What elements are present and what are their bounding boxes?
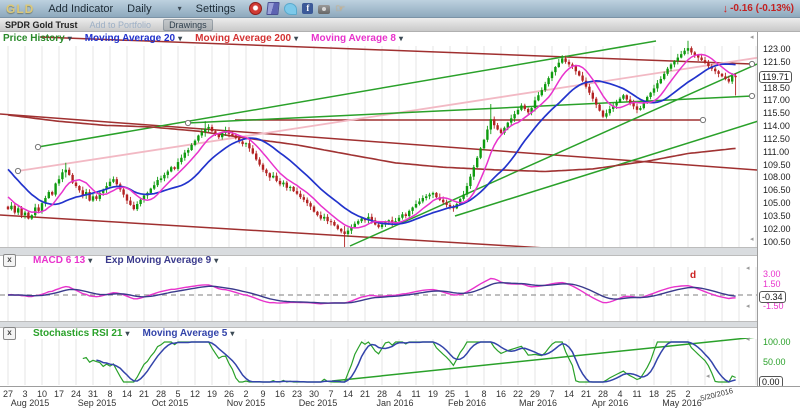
- axis-scroll-icon[interactable]: ◂: [746, 303, 750, 310]
- price-history-dropdown[interactable]: Price History▾: [3, 33, 72, 44]
- close-macd-panel-button[interactable]: x: [3, 254, 16, 267]
- macd-ema-dropdown[interactable]: Exp Moving Average 9▾: [105, 255, 218, 266]
- x-axis-month-label: Dec 2015: [290, 398, 346, 408]
- x-axis-month-label: Apr 2016: [582, 398, 638, 408]
- stoch-panel-legend: x Stochastics RSI 21▾ Moving Average 5▾: [3, 327, 234, 340]
- camera-icon[interactable]: [318, 5, 330, 14]
- chevron-down-icon: ▾: [399, 34, 403, 43]
- y-axis-label: 109.50: [763, 160, 791, 170]
- hand-pointer-icon[interactable]: ☞: [335, 3, 347, 15]
- chevron-down-icon: ▾: [88, 256, 92, 265]
- chevron-down-icon: ▾: [125, 329, 129, 338]
- price-axis[interactable]: 123.00 121.50 118.50 117.00 115.50 114.00 112.…: [757, 32, 800, 386]
- y-axis-label: 117.00: [763, 95, 790, 105]
- time-axis[interactable]: 5/20/2016 273101724318142128512192629162…: [0, 386, 800, 409]
- settings-button[interactable]: Settings: [196, 3, 236, 15]
- axis-scroll-icon[interactable]: ◂: [746, 336, 750, 343]
- period-dropdown[interactable]: Daily▾: [127, 3, 181, 15]
- price-panel-legend: Price History▾ Moving Average 20▾ Moving…: [3, 33, 403, 44]
- y-axis-label: 103.50: [763, 211, 791, 221]
- x-axis-month-label: Feb 2016: [439, 398, 495, 408]
- chevron-down-icon: ▾: [68, 34, 72, 43]
- x-axis-month-label: Nov 2015: [218, 398, 274, 408]
- main-toolbar: GLD Add Indicator Daily▾ Settings f ☞ ↓ …: [0, 0, 800, 18]
- svg-text:d: d: [690, 270, 696, 281]
- alarm-icon[interactable]: [249, 2, 262, 15]
- y-axis-label: 123.00: [763, 44, 791, 54]
- y-axis-label: 114.00: [763, 121, 790, 131]
- x-axis-month-label: Jan 2016: [367, 398, 423, 408]
- symbol-label: GLD: [6, 2, 34, 16]
- chevron-down-icon: ▾: [178, 4, 182, 13]
- add-to-portfolio-button[interactable]: Add to Portfolio: [90, 20, 152, 30]
- y-axis-label: 121.50: [763, 57, 791, 67]
- axis-scroll-icon[interactable]: ◂: [750, 34, 754, 41]
- change-value: -0.16 (-0.13%): [730, 3, 794, 14]
- library-icon[interactable]: [267, 2, 280, 15]
- x-axis-month-label: Oct 2015: [142, 398, 198, 408]
- chevron-down-icon: ▾: [178, 34, 182, 43]
- axis-scroll-icon[interactable]: ◂: [750, 236, 754, 243]
- twitter-icon[interactable]: [284, 3, 297, 15]
- y-axis-label: 1.50: [763, 279, 781, 289]
- y-axis-label: 118.50: [763, 83, 790, 93]
- symbol-toolbar: SPDR Gold Trust Add to Portfolio Drawing…: [0, 18, 800, 32]
- y-axis-label: 108.00: [763, 172, 791, 182]
- x-axis-month-label: Mar 2016: [510, 398, 566, 408]
- y-axis-label: 105.00: [763, 198, 791, 208]
- y-axis-label: 3.00: [763, 269, 781, 279]
- toolbar-icons: f ☞: [249, 2, 347, 15]
- x-axis-month-label: Sep 2015: [69, 398, 125, 408]
- last-value-callout: 119.71: [759, 71, 792, 83]
- stoch-ma-dropdown[interactable]: Moving Average 5▾: [143, 328, 235, 339]
- axis-scroll-icon[interactable]: ◂: [706, 373, 710, 380]
- facebook-icon[interactable]: f: [302, 3, 313, 14]
- macd-panel-legend: x MACD 6 13▾ Exp Moving Average 9▾: [3, 254, 218, 267]
- axis-scroll-icon[interactable]: ◂: [746, 265, 750, 272]
- x-axis-month-label: May 2016: [654, 398, 710, 408]
- x-axis-tick: 16: [272, 389, 288, 399]
- charting-app: { "toolbar": { "symbol": "GLD", "add_ind…: [0, 0, 800, 408]
- x-axis-tick: 16: [493, 389, 509, 399]
- x-axis-month-label: Aug 2015: [2, 398, 58, 408]
- y-axis-label: 102.00: [763, 224, 791, 234]
- ma8-dropdown[interactable]: Moving Average 8▾: [311, 33, 403, 44]
- drawings-button[interactable]: Drawings: [163, 19, 213, 31]
- chevron-down-icon: ▾: [230, 329, 234, 338]
- y-axis-label: 100.50: [763, 237, 791, 247]
- y-axis-label: 115.50: [763, 108, 790, 118]
- stoch-rsi-dropdown[interactable]: Stochastics RSI 21▾: [33, 328, 130, 339]
- y-axis-label: 100.00: [763, 337, 791, 347]
- symbol-fullname: SPDR Gold Trust: [5, 20, 78, 30]
- chevron-down-icon: ▾: [294, 34, 298, 43]
- y-axis-label: 50.00: [763, 357, 786, 367]
- y-axis-label: 111.00: [763, 147, 789, 157]
- price-change: ↓ -0.16 (-0.13%): [723, 3, 794, 15]
- close-stoch-panel-button[interactable]: x: [3, 327, 16, 340]
- ma20-dropdown[interactable]: Moving Average 20▾: [85, 33, 182, 44]
- last-value-callout: -0.34: [759, 291, 786, 303]
- y-axis-label: 112.50: [763, 134, 790, 144]
- y-axis-label: 106.50: [763, 185, 791, 195]
- add-indicator-button[interactable]: Add Indicator: [48, 3, 113, 15]
- ma200-dropdown[interactable]: Moving Average 200▾: [195, 33, 298, 44]
- chevron-down-icon: ▾: [214, 256, 218, 265]
- down-arrow-icon: ↓: [723, 3, 729, 15]
- macd-dropdown[interactable]: MACD 6 13▾: [33, 255, 92, 266]
